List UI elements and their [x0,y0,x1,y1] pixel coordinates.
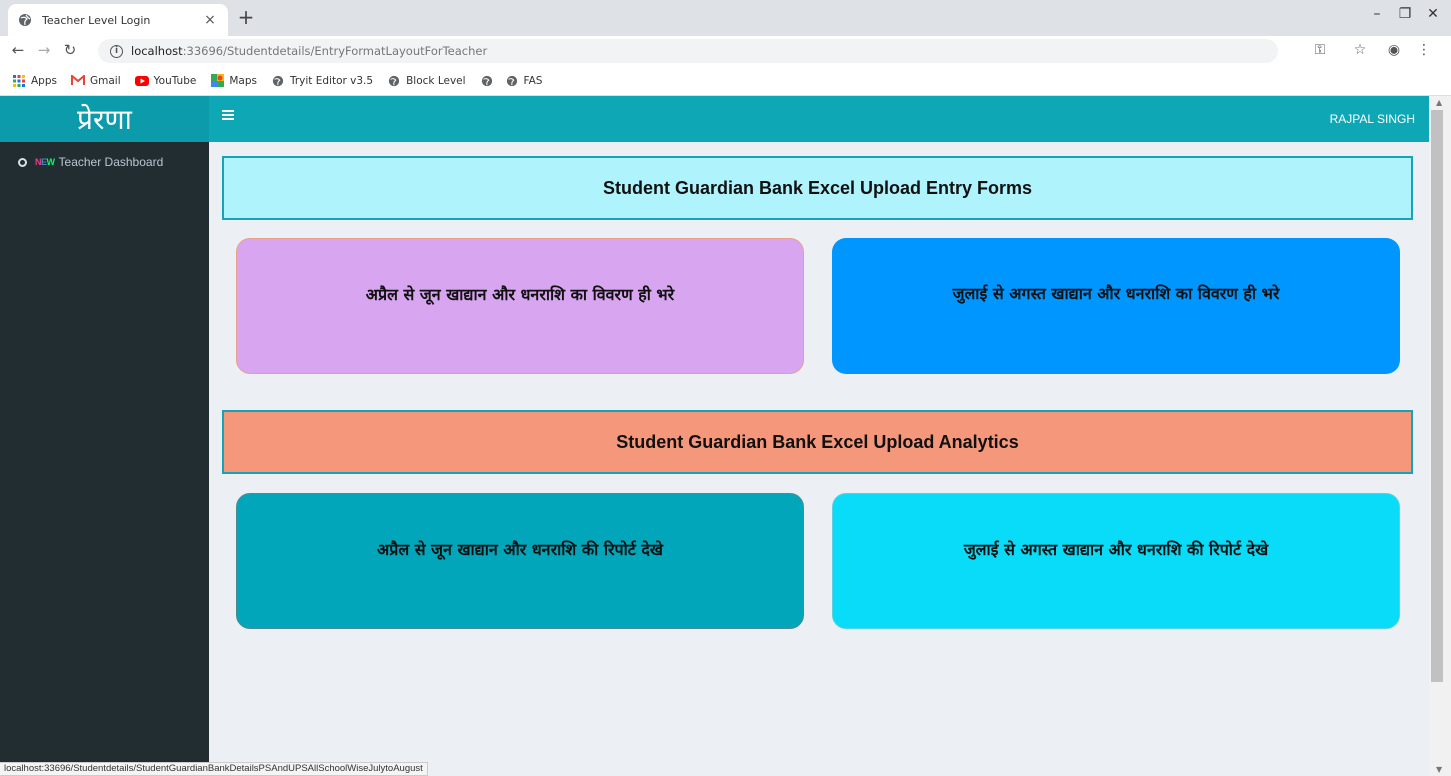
app-header: प्रेरणा RAJPAL SINGH [0,96,1429,142]
new-tab-button[interactable]: + [236,7,256,28]
sidebar: NEW Teacher Dashboard [0,142,209,762]
bookmark-fas[interactable]: FAS [505,74,543,88]
scroll-down-arrow-icon[interactable]: ▼ [1436,765,1442,774]
restore-icon[interactable]: ❐ [1390,6,1420,22]
globe-icon [271,74,285,88]
bookmark-label: FAS [523,74,543,87]
url-host: localhost [131,44,183,58]
bookmark-tryit-editor[interactable]: Tryit Editor v3.5 [271,74,373,88]
bookmark-maps[interactable]: Maps [210,74,257,88]
user-name[interactable]: RAJPAL SINGH [1330,112,1415,126]
circle-icon [18,157,27,167]
card-april-june-entry[interactable]: अप्रैल से जून खाद्यान और धनराशि का विवरण… [236,238,804,374]
main-content: Student Guardian Bank Excel Upload Entry… [209,142,1429,762]
status-bar-url: localhost:33696/Studentdetails/StudentGu… [0,762,428,776]
sidebar-item-teacher-dashboard[interactable]: NEW Teacher Dashboard [18,155,163,169]
bookmark-label: Tryit Editor v3.5 [289,74,374,87]
url-path: :33696/Studentdetails/EntryFormatLayoutF… [182,44,488,58]
globe-icon [19,14,31,26]
browser-tab[interactable]: Teacher Level Login × [8,4,228,36]
site-info-icon[interactable]: i [110,44,123,58]
bookmark-unnamed[interactable] [480,74,499,88]
scroll-up-arrow-icon[interactable]: ▲ [1436,98,1442,107]
address-row: ← → ↻ i localhost:33696/Studentdetails/E… [0,36,1451,66]
bookmark-gmail[interactable]: Gmail [70,74,121,88]
bookmark-label: Gmail [89,74,121,87]
profile-icon[interactable]: ◉ [1384,42,1404,58]
reload-icon[interactable]: ↻ [60,41,80,59]
browser-tab-strip: Teacher Level Login × + – ❐ ✕ [0,0,1451,36]
card-april-june-report[interactable]: अप्रैल से जून खाद्यान और धनराशि की रिपोर… [236,493,804,629]
scroll-thumb[interactable] [1431,110,1443,682]
card-july-august-report[interactable]: जुलाई से अगस्त खाद्यान और धनराशि की रिपो… [832,493,1400,629]
address-bar[interactable]: i localhost:33696/Studentdetails/EntryFo… [98,39,1278,63]
bookmark-label: Block Level [406,74,466,87]
bookmark-apps[interactable]: Apps [12,74,57,88]
more-menu-icon[interactable]: ⋮ [1414,42,1434,58]
apps-grid-icon [12,74,26,88]
key-icon[interactable]: ⚿ [1310,42,1330,58]
globe-icon [505,74,519,88]
maps-icon [210,74,224,88]
app-logo[interactable]: प्रेरणा [0,96,209,142]
bookmark-label: YouTube [153,74,197,87]
gmail-icon [70,74,85,88]
forward-arrow-icon[interactable]: → [34,41,54,59]
close-window-icon[interactable]: ✕ [1418,6,1448,22]
tab-close-icon[interactable]: × [202,12,218,28]
menu-toggle-icon[interactable] [222,110,234,122]
minimize-icon[interactable]: – [1362,6,1392,22]
globe-icon [480,74,494,88]
globe-icon [387,74,401,88]
sidebar-item-label: Teacher Dashboard [58,155,164,169]
tab-title: Teacher Level Login [42,13,151,27]
page-scrollbar[interactable]: ▲ ▼ [1429,96,1451,776]
url-text: localhost:33696/Studentdetails/EntryForm… [131,44,487,58]
bookmark-block-level[interactable]: Block Level [387,74,466,88]
bookmark-label: Maps [229,74,257,87]
entry-forms-header: Student Guardian Bank Excel Upload Entry… [222,156,1413,220]
card-july-august-entry[interactable]: जुलाई से अगस्त खाद्यान और धनराशि का विवर… [832,238,1400,374]
bookmark-star-icon[interactable]: ☆ [1350,42,1370,58]
bookmarks-bar: Apps Gmail YouTube Maps Tryit Editor v3.… [0,66,1451,96]
new-badge: NEW [35,157,55,167]
bookmark-youtube[interactable]: YouTube [134,74,197,88]
bookmark-label: Apps [31,74,57,87]
youtube-icon [134,74,149,88]
analytics-header: Student Guardian Bank Excel Upload Analy… [222,410,1413,474]
back-arrow-icon[interactable]: ← [8,41,28,59]
